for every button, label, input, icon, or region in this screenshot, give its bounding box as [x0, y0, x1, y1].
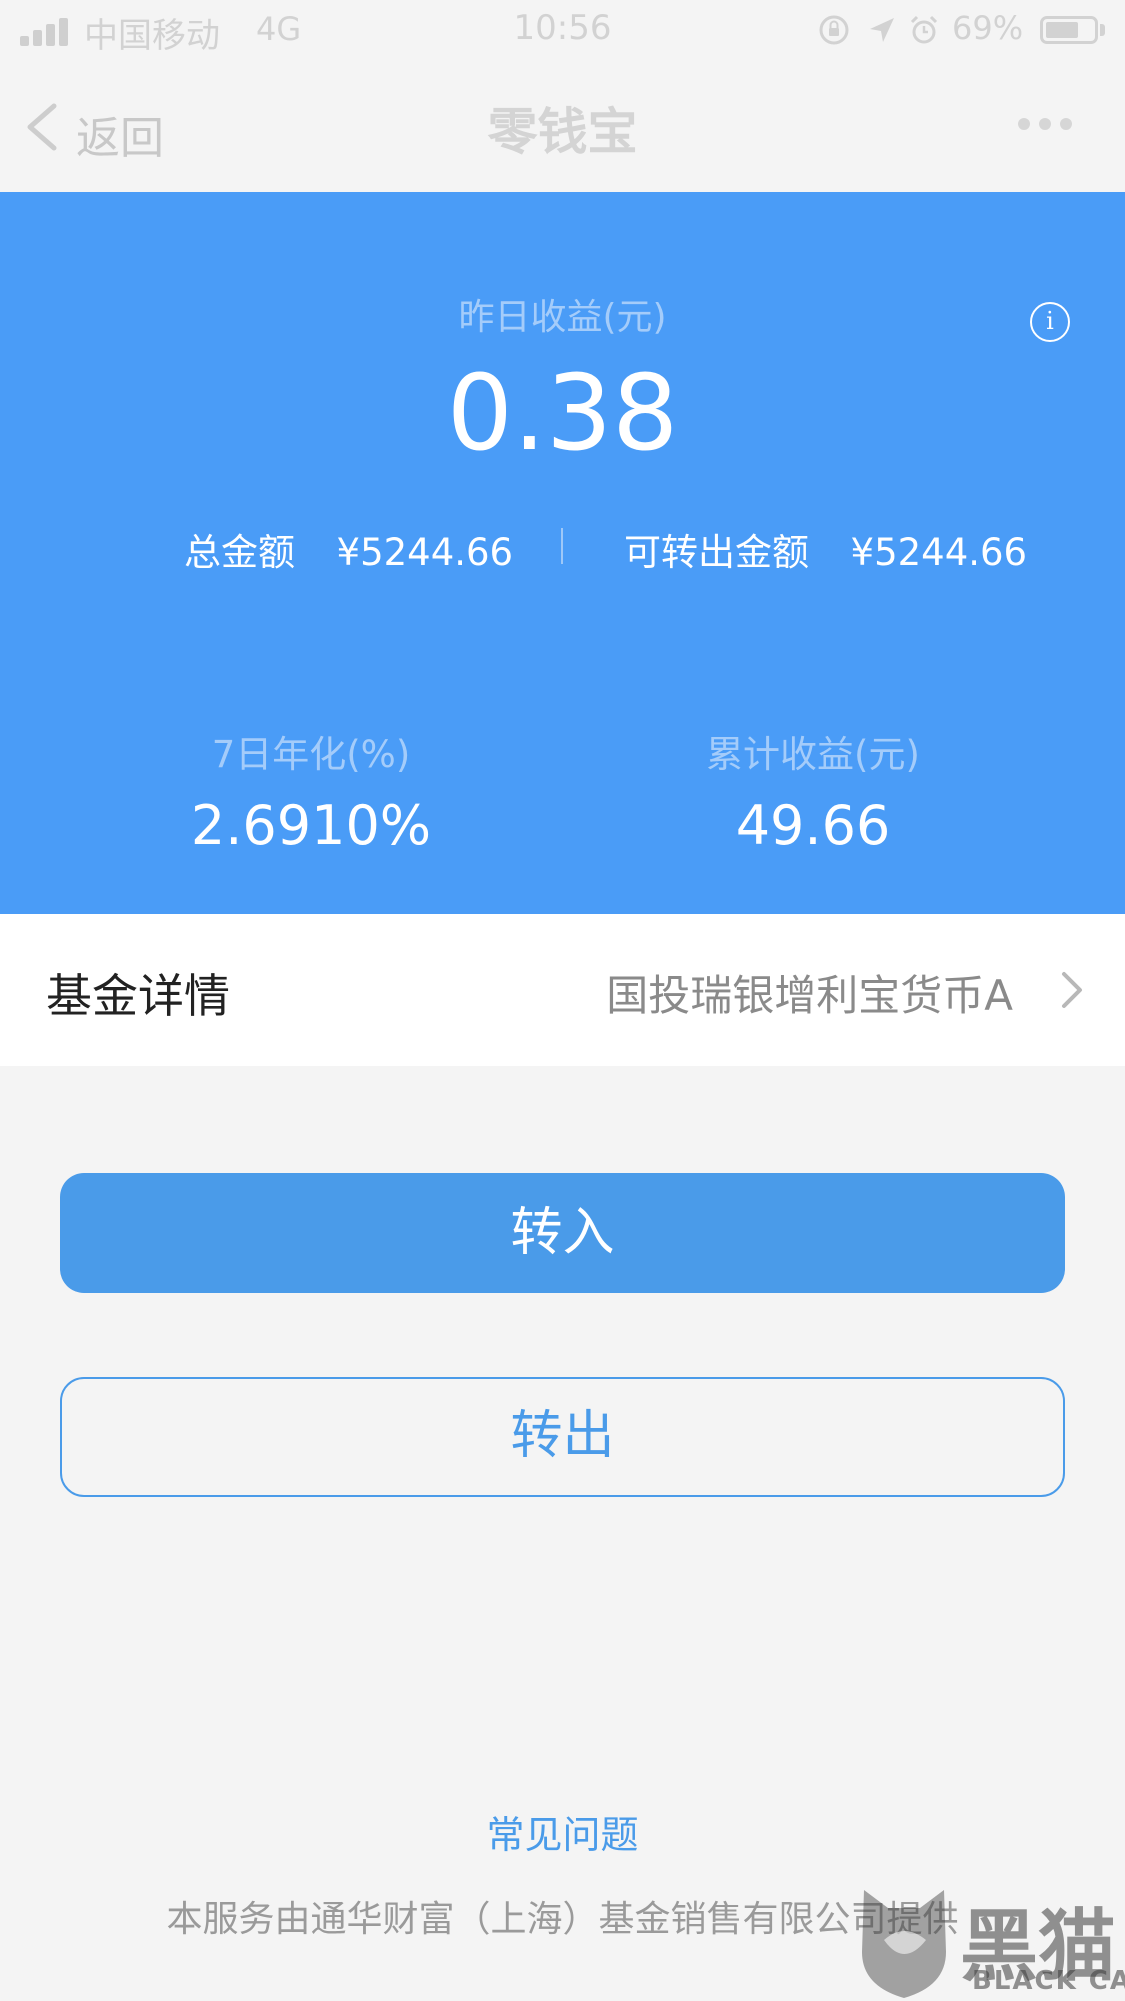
transferable-amount-value: ¥5244.66	[850, 531, 1028, 574]
back-label: 返回	[76, 113, 164, 164]
yesterday-earnings-value: 0.38	[446, 352, 679, 474]
alarm-icon	[910, 15, 938, 44]
battery-fill	[1046, 22, 1078, 38]
cumulative-earnings-value: 49.66	[735, 794, 891, 857]
info-icon[interactable]: i	[1030, 302, 1070, 342]
amount-divider	[561, 528, 563, 564]
more-dots-icon[interactable]	[1010, 106, 1080, 142]
battery-percent: 69%	[952, 9, 1024, 47]
annual-yield-label: 7日年化(%)	[211, 733, 411, 776]
total-amount: 总金额 ¥5244.66	[184, 522, 513, 576]
cumulative-earnings-label: 累计收益(元)	[706, 733, 920, 776]
yesterday-earnings-label: 昨日收益(元)	[458, 297, 667, 338]
lock-rotation-icon	[819, 15, 849, 45]
status-bar: 中国移动 4G 10:56 69%	[0, 0, 1125, 62]
battery-tip	[1100, 24, 1105, 36]
watermark-en-text: BLACK CAT	[972, 1966, 1125, 1996]
transferable-amount: 可转出金额 ¥5244.66	[624, 522, 1027, 576]
transfer-out-button[interactable]: 转出	[60, 1377, 1065, 1497]
chevron-left-icon	[27, 103, 57, 151]
faq-link[interactable]: 常见问题	[0, 1804, 1125, 1859]
location-arrow-icon	[870, 18, 894, 42]
blackcat-logo-icon	[862, 1890, 946, 1998]
fund-name: 国投瑞银增利宝货币A	[606, 971, 1013, 1020]
annual-yield-value: 2.6910%	[190, 794, 432, 857]
battery-icon	[1040, 16, 1098, 44]
transfer-in-button[interactable]: 转入	[60, 1173, 1065, 1293]
transferable-amount-label: 可转出金额	[624, 531, 809, 574]
total-amount-label: 总金额	[184, 531, 295, 574]
total-amount-value: ¥5244.66	[336, 531, 514, 574]
fund-details-label: 基金详情	[46, 969, 230, 1023]
chevron-right-icon	[1062, 972, 1082, 1008]
